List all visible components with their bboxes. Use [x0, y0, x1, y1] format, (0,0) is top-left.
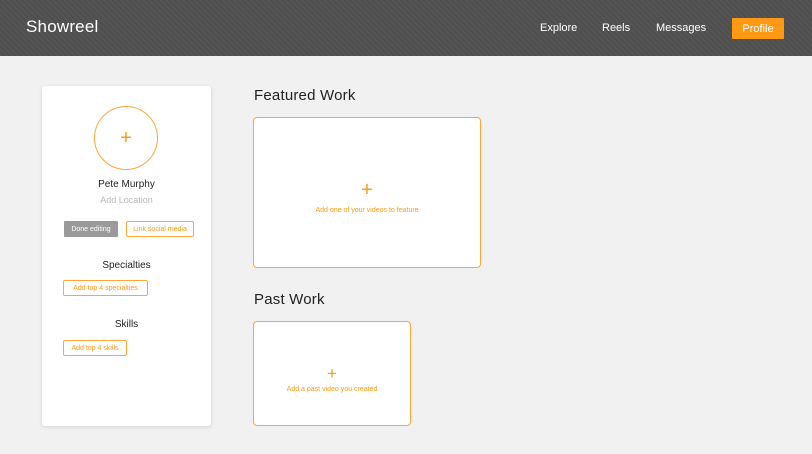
featured-prompt: Add one of your videos to feature	[315, 207, 419, 214]
add-location-field[interactable]: Add Location	[42, 195, 211, 205]
avatar-upload-button[interactable]: +	[94, 106, 158, 170]
brand-logo[interactable]: Showreel	[26, 17, 98, 37]
nav-profile-button[interactable]: Profile	[732, 18, 784, 39]
done-editing-button[interactable]: Done editing	[64, 221, 118, 237]
specialties-heading: Specialties	[102, 260, 151, 271]
plus-icon: +	[361, 179, 373, 201]
skills-heading: Skills	[114, 319, 139, 330]
past-video-dropzone[interactable]: + Add a past video you created	[253, 321, 411, 426]
nav-explore-link[interactable]: Explore	[540, 22, 577, 34]
nav-reels-link[interactable]: Reels	[602, 22, 630, 34]
profile-card: + Pete Murphy Add Location Done editing …	[42, 86, 211, 426]
plus-icon: +	[120, 126, 132, 149]
add-specialties-button[interactable]: Add top 4 specialties	[63, 280, 148, 296]
featured-video-dropzone[interactable]: + Add one of your videos to feature	[253, 117, 481, 268]
link-social-media-button[interactable]: Link social media	[126, 221, 194, 237]
featured-work-heading: Featured Work	[254, 87, 356, 104]
profile-name: Pete Murphy	[98, 179, 155, 190]
nav-messages-link[interactable]: Messages	[656, 22, 706, 34]
past-prompt: Add a past video you created	[286, 386, 378, 393]
top-nav-bar: Showreel Explore Reels Messages Profile	[0, 0, 812, 56]
past-work-heading: Past Work	[254, 291, 325, 308]
plus-icon: +	[327, 364, 337, 383]
add-skills-button[interactable]: Add top 4 skills	[63, 340, 127, 356]
